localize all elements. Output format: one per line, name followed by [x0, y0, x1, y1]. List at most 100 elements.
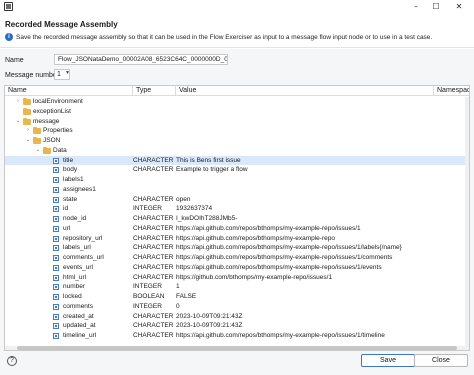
table-row[interactable]: labels_url CHARACTER https://api.github.co…: [5, 243, 469, 253]
row-name-label: assignees1: [63, 185, 96, 193]
chevron-right-icon[interactable]: ›: [15, 97, 21, 107]
cell-name: url: [5, 224, 131, 234]
cell-value: [176, 107, 434, 117]
table-row[interactable]: repository_url CHARACTER https://api.githu…: [5, 234, 469, 244]
table-row[interactable]: timeline_url CHARACTER https://api.github.…: [5, 331, 469, 341]
table-row[interactable]: events_url CHARACTER https://api.github.co…: [5, 263, 469, 273]
table-row[interactable]: html_url CHARACTER https://github.com/btho…: [5, 273, 469, 283]
cell-value: https://api.github.com/repos/bthomps/my-…: [176, 234, 335, 242]
cell-value: https://github.com/bthomps/my-example-re…: [176, 273, 333, 281]
table-row[interactable]: title CHARACTER This is Bens first issue: [5, 155, 469, 166]
table-row[interactable]: labels1: [5, 175, 469, 185]
cell-name: ⌄ message: [5, 117, 131, 127]
row-name-label: events_url: [63, 263, 93, 271]
table-row[interactable]: assignees1: [5, 185, 469, 195]
cell-value: 1932637374: [176, 205, 213, 213]
table-row[interactable]: comments_url CHARACTER https://api.github.…: [5, 253, 469, 263]
row-name-label: labels1: [63, 176, 84, 183]
table-row[interactable]: node_id CHARACTER I_kwDOIhT288JMb5-: [5, 214, 469, 224]
cell-type: CHARACTER: [133, 244, 174, 252]
cell-type: CHARACTER: [133, 215, 174, 222]
cell-type: CHARACTER: [133, 224, 174, 232]
close-window-button[interactable]: ✕: [452, 1, 466, 13]
help-icon[interactable]: ?: [7, 356, 17, 366]
cell-value: FALSE: [176, 293, 197, 300]
cell-name: assignees1: [5, 185, 131, 195]
table-row[interactable]: number INTEGER 1: [5, 282, 469, 292]
app-icon: [4, 2, 13, 11]
field-icon: [53, 284, 59, 291]
dialog-description: Save the recorded message assembly so th…: [16, 34, 433, 41]
table-row[interactable]: body CHARACTER Example to trigger a flow: [5, 165, 469, 175]
horizontal-scrollbar[interactable]: [5, 346, 467, 350]
table-row[interactable]: locked BOOLEAN FALSE: [5, 292, 469, 302]
chevron-down-icon[interactable]: ⌄: [25, 136, 31, 146]
table-row[interactable]: ⌄ JSON: [5, 136, 469, 146]
field-icon: [53, 255, 59, 261]
chevron-down-icon[interactable]: ⌄: [15, 117, 21, 127]
maximize-button[interactable]: ☐: [429, 1, 443, 13]
field-icon: [53, 186, 59, 193]
table-row[interactable]: › localEnvironment: [5, 97, 469, 107]
name-label: Name: [5, 57, 24, 64]
chevron-right-icon[interactable]: ›: [25, 126, 31, 136]
cell-value: [176, 97, 434, 107]
cell-type: INTEGER: [133, 302, 162, 310]
cell-name: updated_at: [5, 321, 131, 331]
folder-icon: [33, 127, 41, 135]
table-header: Name Type Value Namespace: [5, 86, 469, 96]
save-button[interactable]: Save: [361, 354, 415, 367]
column-header-name[interactable]: Name: [5, 86, 133, 96]
field-icon: [53, 313, 59, 320]
name-field[interactable]: Flow_JSONataDemo_00002A08_6523C64C_00000…: [54, 54, 228, 65]
horizontal-scrollbar-thumb[interactable]: [17, 346, 457, 350]
folder-icon: [23, 98, 31, 105]
field-icon: [53, 206, 59, 213]
table-row[interactable]: exceptionList: [5, 107, 469, 117]
cell-value: I_kwDOIhT288JMb5-: [176, 215, 238, 222]
row-name-label: JSON: [43, 137, 61, 144]
chevron-down-icon[interactable]: ⌄: [35, 146, 41, 156]
chevron-down-icon[interactable]: ▼: [65, 70, 70, 76]
cell-name: repository_url: [5, 234, 131, 244]
dialog-content: Name Flow_JSONataDemo_00002A08_6523C64C_…: [0, 49, 474, 351]
cell-type: CHARACTER: [133, 322, 174, 330]
dialog-footer: ? Save Close: [0, 351, 474, 375]
table-row[interactable]: id INTEGER 1932637374: [5, 204, 469, 214]
cell-value: https://api.github.com/repos/bthomps/my-…: [176, 263, 382, 271]
table-row[interactable]: created_at CHARACTER 2023-10-09T09:21:43Z: [5, 312, 469, 322]
field-icon: [53, 323, 59, 330]
dialog-title: Recorded Message Assembly: [5, 20, 118, 29]
cell-value: 2023-10-09T09:21:43Z: [176, 322, 243, 330]
cell-type: INTEGER: [133, 283, 162, 291]
cell-name: ⌄ Data: [5, 146, 131, 156]
table-row[interactable]: state CHARACTER open: [5, 195, 469, 205]
field-icon: [53, 294, 59, 300]
minimize-button[interactable]: –: [409, 1, 423, 13]
table-row[interactable]: comments INTEGER 0: [5, 302, 469, 312]
table-row[interactable]: url CHARACTER https://api.github.com/repos…: [5, 224, 469, 234]
cell-type: CHARACTER: [133, 273, 174, 281]
cell-value: [176, 126, 434, 136]
cell-name: › Properties: [5, 126, 131, 136]
cell-name: created_at: [5, 312, 131, 322]
cell-name: body: [5, 165, 131, 175]
close-button[interactable]: Close: [414, 354, 468, 367]
table-row[interactable]: ⌄ Data: [5, 146, 469, 156]
row-name-label: exceptionList: [33, 107, 71, 115]
vertical-scrollbar[interactable]: [465, 97, 469, 350]
cell-value: https://api.github.com/repos/bthomps/my-…: [176, 332, 385, 339]
column-header-value[interactable]: Value: [176, 86, 434, 96]
folder-icon: [43, 146, 51, 154]
table-row[interactable]: › Properties: [5, 126, 469, 136]
cell-value: [176, 185, 434, 195]
table-row[interactable]: ⌄ message: [5, 117, 469, 127]
cell-name: labels1: [5, 175, 131, 185]
cell-type: [133, 185, 174, 195]
table-row[interactable]: updated_at CHARACTER 2023-10-09T09:21:43Z: [5, 321, 469, 331]
column-header-type[interactable]: Type: [133, 86, 176, 96]
column-header-namespace[interactable]: Namespace: [434, 86, 469, 96]
cell-type: CHARACTER: [133, 166, 174, 174]
cell-type: CHARACTER: [133, 195, 174, 203]
folder-icon: [23, 107, 31, 115]
